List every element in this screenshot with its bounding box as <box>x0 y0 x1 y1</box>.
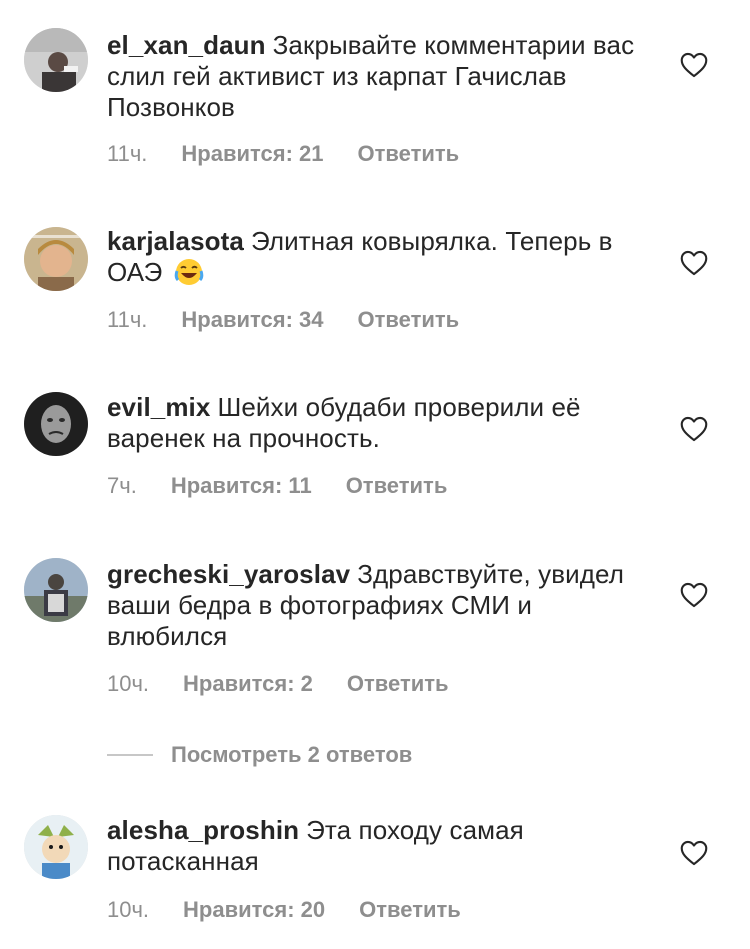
comment-time: 11ч. <box>107 141 148 166</box>
comment-username[interactable]: alesha_proshin <box>107 815 299 845</box>
view-replies-label: Посмотреть 2 ответов <box>171 742 413 767</box>
comment-username[interactable]: karjalasota <box>107 226 244 256</box>
heart-outline-icon[interactable] <box>680 840 708 866</box>
comment-time: 7ч. <box>107 473 137 498</box>
heart-outline-icon[interactable] <box>680 250 708 276</box>
comment-time: 11ч. <box>107 307 148 332</box>
avatar[interactable] <box>24 558 88 622</box>
comment-time: 10ч. <box>107 671 150 696</box>
comment-body: alesha_proshin Эта походу самая потасканн… <box>107 815 652 877</box>
reply-button[interactable]: Ответить <box>346 473 448 498</box>
avatar[interactable] <box>24 28 88 92</box>
avatar[interactable] <box>24 815 88 879</box>
comment-likes[interactable]: Нравится: 34 <box>181 307 323 332</box>
comment-likes[interactable]: Нравится: 2 <box>183 671 313 696</box>
heart-outline-icon[interactable] <box>680 52 708 78</box>
heart-outline-icon[interactable] <box>680 416 708 442</box>
comment-body: evil_mix Шейхи обудаби проверили её варен… <box>107 392 652 454</box>
comment-meta: 11ч. Нравится: 34 Ответить <box>107 307 459 333</box>
face-with-tears-of-joy-icon <box>174 257 204 287</box>
reply-button[interactable]: Ответить <box>358 141 460 166</box>
avatar-image <box>24 815 88 879</box>
reply-button[interactable]: Ответить <box>347 671 449 696</box>
heart-outline-icon[interactable] <box>680 582 708 608</box>
reply-button[interactable]: Ответить <box>358 307 460 332</box>
comment-likes[interactable]: Нравится: 11 <box>171 473 312 498</box>
comment-username[interactable]: el_xan_daun <box>107 30 266 60</box>
avatar-image <box>24 392 88 456</box>
avatar-image <box>24 28 88 92</box>
comment-body: el_xan_daun Закрывайте комментарии вас сл… <box>107 30 652 123</box>
comment-likes[interactable]: Нравится: 20 <box>183 897 325 922</box>
avatar[interactable] <box>24 392 88 456</box>
comment-username[interactable]: evil_mix <box>107 392 210 422</box>
comment-meta: 10ч. Нравится: 2 Ответить <box>107 671 449 697</box>
comment-likes[interactable]: Нравится: 21 <box>181 141 323 166</box>
avatar-image <box>24 227 88 291</box>
view-replies-button[interactable]: Посмотреть 2 ответов <box>107 740 412 770</box>
comment-body: grecheski_yaroslav Здравствуйте, увидел в… <box>107 559 652 652</box>
comment-body: karjalasota Элитная ковырялка. Теперь в О… <box>107 226 652 288</box>
comment-username[interactable]: grecheski_yaroslav <box>107 559 350 589</box>
comment-meta: 10ч. Нравится: 20 Ответить <box>107 897 461 923</box>
avatar-image <box>24 558 88 622</box>
replies-divider <box>107 754 153 756</box>
avatar[interactable] <box>24 227 88 291</box>
reply-button[interactable]: Ответить <box>359 897 461 922</box>
comment-meta: 11ч. Нравится: 21 Ответить <box>107 141 459 167</box>
comment-meta: 7ч. Нравится: 11 Ответить <box>107 473 447 499</box>
comment-time: 10ч. <box>107 897 150 922</box>
